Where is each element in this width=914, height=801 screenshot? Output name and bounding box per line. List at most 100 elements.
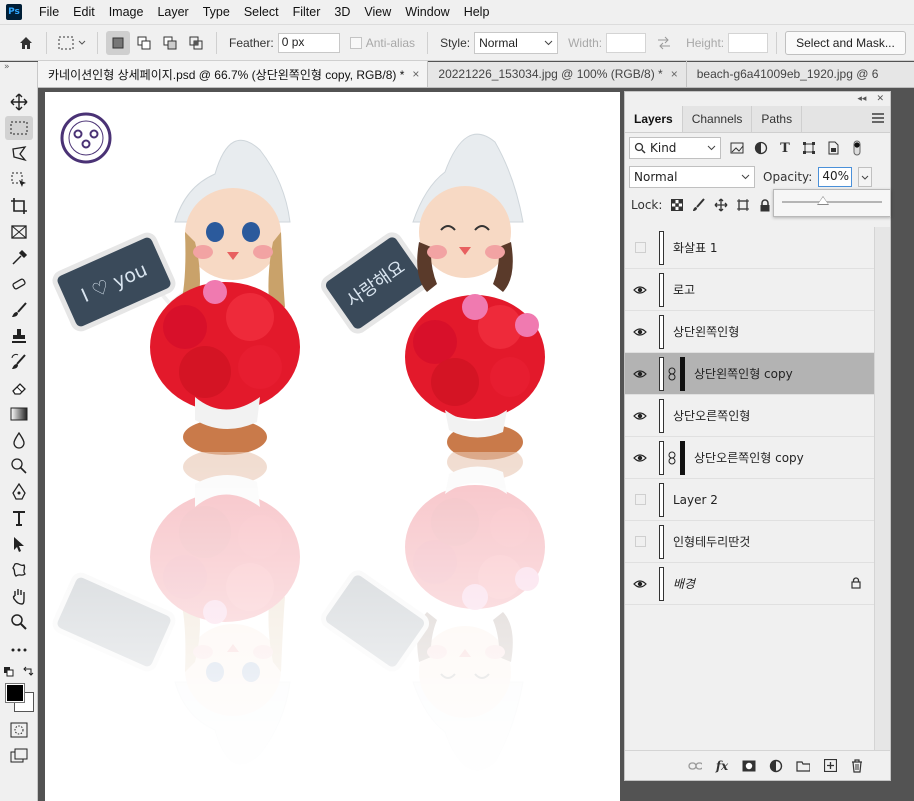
more-tools-icon[interactable] <box>5 638 33 662</box>
layer-row[interactable]: 상단왼쪽인형 copy <box>625 353 875 395</box>
dodge-tool-icon[interactable] <box>5 454 33 478</box>
screen-mode-icon[interactable] <box>5 744 33 768</box>
layer-thumbnail[interactable] <box>659 524 664 559</box>
layer-mask-thumbnail[interactable] <box>680 356 685 391</box>
tab-paths[interactable]: Paths <box>752 106 803 132</box>
new-group-icon[interactable] <box>796 759 810 773</box>
blur-tool-icon[interactable] <box>5 428 33 452</box>
visibility-toggle-empty[interactable] <box>625 479 655 521</box>
layer-thumbnail[interactable] <box>659 398 664 433</box>
feather-input[interactable]: 0 px <box>277 32 340 53</box>
visibility-toggle-empty[interactable] <box>625 521 655 563</box>
lock-transparent-pixels-icon[interactable] <box>670 198 684 212</box>
visibility-toggle-empty[interactable] <box>625 227 655 269</box>
path-selection-tool-icon[interactable] <box>5 532 33 556</box>
lock-all-icon[interactable] <box>758 198 772 212</box>
gradient-tool-icon[interactable] <box>5 402 33 426</box>
new-selection-icon[interactable] <box>106 30 130 55</box>
antialias-checkbox[interactable] <box>349 36 362 49</box>
smart-object-filter-icon[interactable] <box>825 140 841 156</box>
history-brush-tool-icon[interactable] <box>5 350 33 374</box>
menu-type[interactable]: Type <box>196 5 237 19</box>
layer-mask-thumbnail[interactable] <box>680 440 685 475</box>
menu-layer[interactable]: Layer <box>150 5 195 19</box>
clone-stamp-tool-icon[interactable] <box>5 324 33 348</box>
menu-help[interactable]: Help <box>457 5 497 19</box>
tab-doc-2[interactable]: 20221226_153034.jpg @ 100% (RGB/8) * × <box>428 61 687 87</box>
add-layer-mask-icon[interactable] <box>742 759 756 773</box>
delete-layer-icon[interactable] <box>850 758 864 773</box>
layer-thumbnail[interactable] <box>659 314 664 349</box>
adjustment-filter-icon[interactable] <box>753 140 769 156</box>
layer-row[interactable]: 배경 <box>625 563 875 605</box>
close-panel-icon[interactable]: ✕ <box>876 94 884 104</box>
eraser-tool-icon[interactable] <box>5 376 33 400</box>
lock-position-icon[interactable] <box>714 198 728 212</box>
eyedropper-tool-icon[interactable] <box>5 246 33 270</box>
layer-thumbnail[interactable] <box>659 440 664 475</box>
custom-shape-tool-icon[interactable] <box>5 558 33 582</box>
eye-icon[interactable] <box>625 437 655 479</box>
select-and-mask-button[interactable]: Select and Mask... <box>785 30 906 55</box>
lasso-tool-icon[interactable] <box>5 142 33 166</box>
default-colors-icon[interactable] <box>4 666 14 677</box>
menu-image[interactable]: Image <box>102 5 151 19</box>
expand-toolbox-icon[interactable]: » <box>0 62 37 74</box>
height-input[interactable] <box>728 32 769 53</box>
menu-filter[interactable]: Filter <box>286 5 328 19</box>
close-icon[interactable]: × <box>671 67 678 81</box>
quick-mask-icon[interactable] <box>5 718 33 742</box>
menu-window[interactable]: Window <box>398 5 456 19</box>
tab-doc-3[interactable]: beach-g6a41009eb_1920.jpg @ 6 <box>687 61 887 87</box>
type-tool-icon[interactable] <box>5 506 33 530</box>
layer-thumbnail[interactable] <box>659 230 664 265</box>
layer-row[interactable]: 화살표 1 <box>625 227 875 269</box>
layer-thumbnail[interactable] <box>659 272 664 307</box>
lock-artboard-icon[interactable] <box>736 198 750 212</box>
link-layers-icon[interactable] <box>688 759 702 773</box>
swap-icon[interactable] <box>652 31 676 55</box>
hand-tool-icon[interactable] <box>5 584 33 608</box>
filter-toggle-icon[interactable] <box>849 140 865 156</box>
collapse-panel-icon[interactable]: ◂◂ <box>857 94 866 104</box>
new-fill-adjustment-layer-icon[interactable] <box>769 759 783 773</box>
tab-doc-1[interactable]: 카네이션인형 상세페이지.psd @ 66.7% (상단왼쪽인형 copy, R… <box>38 61 429 87</box>
add-selection-icon[interactable] <box>132 31 156 55</box>
rectangular-marquee-tool-icon[interactable] <box>5 116 33 140</box>
mask-link-icon[interactable] <box>667 450 677 466</box>
shape-filter-icon[interactable] <box>801 140 817 156</box>
menu-view[interactable]: View <box>357 5 398 19</box>
move-tool-icon[interactable] <box>5 90 33 114</box>
layers-scrollbar[interactable] <box>874 227 890 752</box>
layer-row[interactable]: 인형테두리딴것 <box>625 521 875 563</box>
foreground-color-swatch[interactable] <box>5 683 25 703</box>
layer-row[interactable]: 상단왼쪽인형 <box>625 311 875 353</box>
new-layer-icon[interactable] <box>823 759 837 773</box>
panel-menu-icon[interactable] <box>872 113 884 123</box>
eye-icon[interactable] <box>625 395 655 437</box>
tab-channels[interactable]: Channels <box>683 106 753 132</box>
layer-row[interactable]: Layer 2 <box>625 479 875 521</box>
layer-row[interactable]: 로고 <box>625 269 875 311</box>
subtract-selection-icon[interactable] <box>158 31 182 55</box>
document-canvas[interactable]: I ♡ you 사랑해요 <box>45 92 620 801</box>
eye-icon[interactable] <box>625 311 655 353</box>
add-layer-style-icon[interactable]: fx <box>715 759 729 773</box>
marquee-preset-icon[interactable] <box>55 31 89 55</box>
lock-image-pixels-icon[interactable] <box>692 198 706 212</box>
opacity-slider-track[interactable] <box>782 201 882 203</box>
swap-colors-icon[interactable] <box>22 665 34 677</box>
mask-link-icon[interactable] <box>667 366 677 382</box>
type-filter-icon[interactable]: T <box>777 140 793 156</box>
pen-tool-icon[interactable] <box>5 480 33 504</box>
frame-tool-icon[interactable] <box>5 220 33 244</box>
menu-edit[interactable]: Edit <box>66 5 102 19</box>
crop-tool-icon[interactable] <box>5 194 33 218</box>
eye-icon[interactable] <box>625 269 655 311</box>
opacity-input[interactable]: 40% <box>818 167 853 187</box>
opacity-slider-thumb[interactable] <box>816 196 829 205</box>
brush-tool-icon[interactable] <box>5 298 33 322</box>
eye-icon[interactable] <box>625 563 655 605</box>
menu-3d[interactable]: 3D <box>327 5 357 19</box>
opacity-dropdown-icon[interactable] <box>858 167 873 187</box>
